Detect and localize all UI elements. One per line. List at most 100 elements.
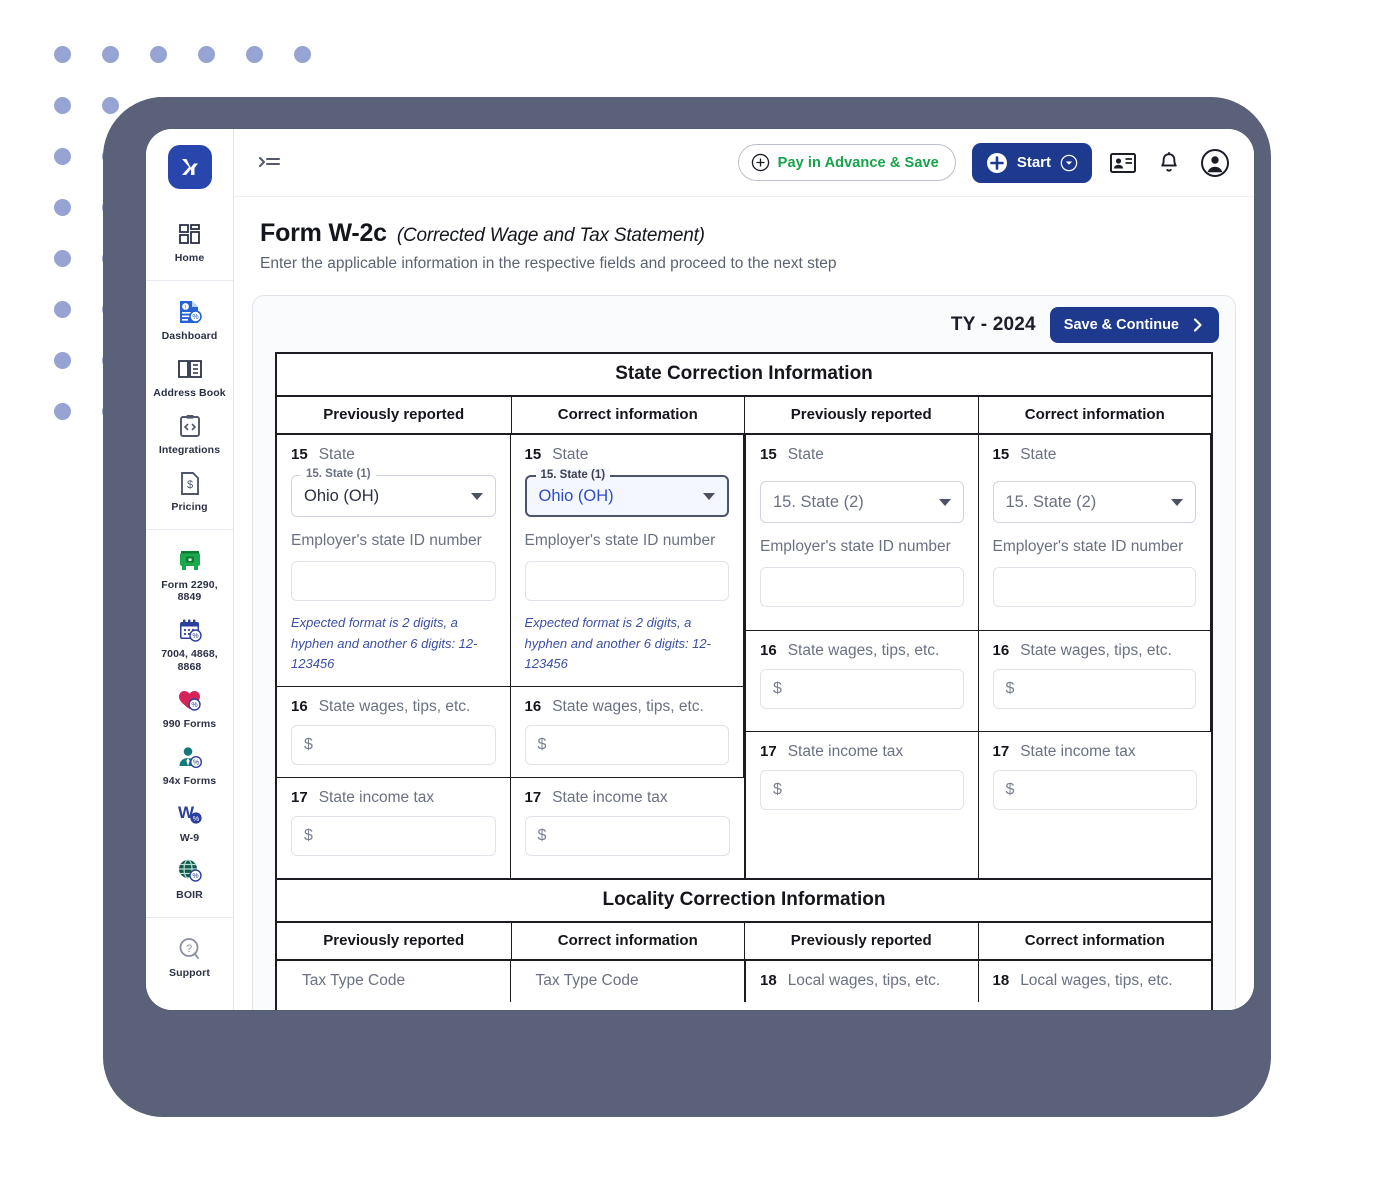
- tax-year-label: TY - 2024: [950, 314, 1036, 335]
- state-tax-cell-1: 17 State income tax $: [277, 776, 511, 878]
- top-bar-actions: Pay in Advance & Save Start: [737, 142, 1254, 183]
- employer-state-id-input-2[interactable]: [524, 561, 729, 602]
- sidebar-item-integrations[interactable]: Integrations: [146, 405, 233, 462]
- decorative-dot: [54, 148, 71, 165]
- locality-column-headers: Previously reported Correct information …: [277, 922, 1212, 961]
- box-number: 17: [291, 788, 308, 806]
- svg-text:%: %: [192, 759, 198, 766]
- bell-icon[interactable]: [1154, 148, 1184, 178]
- field-label: 17 State income tax: [291, 789, 496, 807]
- sidebar-item-990-forms[interactable]: % 990 Forms: [146, 679, 233, 736]
- plus-circle-icon: [751, 153, 769, 172]
- sidebar-item-7004-4868-8868[interactable]: % 7004, 4868, 8868: [146, 609, 233, 678]
- sidebar-item-94x-forms[interactable]: % 94x Forms: [146, 736, 233, 793]
- sidebar-item-label: BOIR: [176, 888, 203, 901]
- svg-text:$: $: [186, 479, 192, 491]
- field-label: 16 State wages, tips, etc.: [525, 698, 730, 716]
- box-label: Tax Type Code: [302, 971, 406, 989]
- state-tax-input-4[interactable]: $: [992, 769, 1197, 810]
- field-label: 17 State income tax: [760, 743, 964, 761]
- employer-state-id-label-2: Employer's state ID number: [524, 532, 716, 549]
- employer-state-id-input-4[interactable]: [992, 567, 1196, 608]
- start-button[interactable]: Start: [971, 142, 1092, 183]
- employer-state-id-input-1[interactable]: [291, 561, 496, 602]
- chevron-down-icon: [703, 492, 715, 500]
- app-logo[interactable]: [167, 145, 212, 189]
- state-tax-input-2[interactable]: $: [524, 815, 730, 856]
- sidebar-item-w-9[interactable]: W% W-9: [146, 793, 233, 850]
- pay-in-advance-button[interactable]: Pay in Advance & Save: [737, 144, 956, 181]
- locality-cell-2: Tax Type Code: [511, 961, 745, 1002]
- save-and-continue-button[interactable]: Save & Continue: [1049, 307, 1219, 343]
- box-label: State income tax: [318, 788, 435, 806]
- sidebar-item-support[interactable]: ? Support: [146, 928, 233, 985]
- grid-dashboard-icon: [176, 220, 204, 248]
- form-panel: TY - 2024 Save & Continue State Correcti…: [252, 295, 1236, 1010]
- person-tie-icon: %: [176, 743, 204, 771]
- sidebar-item-pricing[interactable]: $ Pricing: [146, 462, 233, 519]
- sidebar-item-label: W-9: [179, 831, 200, 844]
- select-value: Ohio (OH): [304, 486, 380, 505]
- state-cell-previously-reported-1: 15 State 15. State (1) Ohio (OH) Employe…: [277, 435, 511, 686]
- chevron-down-icon: [1171, 498, 1183, 506]
- box-label: State: [552, 446, 589, 463]
- sidebar-group: Home: [146, 203, 233, 280]
- state-wages-input-2[interactable]: $: [524, 724, 729, 765]
- state-column-headers: Previously reported Correct information …: [277, 397, 1211, 435]
- sidebar-item-dashboard[interactable]: !% Dashboard: [146, 291, 233, 348]
- locality-section-title: Locality Correction Information: [277, 877, 1211, 923]
- collapse-menu-icon[interactable]: [256, 149, 284, 177]
- sidebar-item-label: 94x Forms: [162, 774, 217, 787]
- field-label: Tax Type Code: [291, 972, 496, 990]
- decorative-dot: [102, 46, 119, 63]
- column-header: Previously reported: [323, 406, 465, 423]
- employer-state-id-input-3[interactable]: [760, 567, 964, 608]
- state-tax-input-3[interactable]: $: [760, 769, 964, 810]
- sidebar-item-address-book[interactable]: Address Book: [146, 348, 233, 405]
- field-label: 16 State wages, tips, etc.: [291, 698, 496, 716]
- sidebar-item-boir[interactable]: % BOIR: [146, 850, 233, 907]
- state-wages-input-4[interactable]: $: [992, 668, 1196, 709]
- locality-cell-3: 18 Local wages, tips, etc.: [746, 960, 979, 1002]
- column-header: Correct information: [977, 397, 1212, 433]
- column-header: Correct information: [977, 922, 1212, 959]
- sidebar-item-label: Support: [169, 966, 210, 979]
- decorative-dot: [54, 97, 71, 114]
- chevron-right-icon: [1193, 318, 1202, 332]
- code-clipboard-icon: [176, 412, 204, 440]
- chevron-down-icon: [470, 492, 483, 500]
- box-label: Tax Type Code: [535, 971, 639, 989]
- employer-state-id-label-1: Employer's state ID number: [291, 532, 482, 549]
- decorative-dot: [150, 46, 167, 63]
- save-continue-label: Save & Continue: [1063, 317, 1179, 333]
- state-tax-input-1[interactable]: $: [291, 815, 496, 856]
- account-circle-icon[interactable]: [1200, 148, 1230, 178]
- state-wages-input-1[interactable]: $: [291, 724, 496, 765]
- employer-state-id-hint-2: Expected format is 2 digits, a hyphen an…: [524, 615, 711, 671]
- box-label: Local wages, tips, etc.: [787, 971, 941, 989]
- state-select-4[interactable]: 15. State (2): [992, 481, 1196, 523]
- state-select-3[interactable]: 15. State (2): [760, 481, 964, 523]
- plus-circle-filled-icon: [986, 152, 1007, 173]
- state-tax-cell-4: 17 State income tax $: [978, 730, 1211, 878]
- page-title-line: Form W-2c (Corrected Wage and Tax Statem…: [260, 219, 1254, 248]
- sidebar-item-home[interactable]: Home: [146, 213, 233, 270]
- field-label: 16 State wages, tips, etc.: [993, 642, 1197, 660]
- field-label: 17 State income tax: [993, 743, 1198, 761]
- state-select-2[interactable]: 15. State (1) Ohio (OH): [524, 469, 729, 517]
- state-wages-input-3[interactable]: $: [760, 668, 964, 709]
- contact-card-icon[interactable]: [1108, 148, 1138, 178]
- column-header: Previously reported: [744, 922, 978, 959]
- column-header: Previously reported: [323, 931, 465, 949]
- state-select-1[interactable]: 15. State (1) Ohio (OH): [291, 468, 496, 517]
- box-number: 15: [760, 446, 777, 463]
- svg-text:%: %: [192, 873, 198, 880]
- box-label: State: [1020, 446, 1057, 463]
- w-letter-icon: W%: [176, 800, 204, 828]
- sidebar-item-label: 7004, 4868, 8868: [161, 648, 218, 673]
- box-number: 16: [760, 641, 777, 659]
- sidebar-group: Form 2290, 8849% 7004, 4868, 8868% 990 For…: [146, 529, 233, 917]
- column-header: Previously reported: [744, 397, 978, 433]
- sidebar-item-form-2290-8849[interactable]: Form 2290, 8849: [146, 540, 233, 609]
- employer-state-id-hint-1: Expected format is 2 digits, a hyphen an…: [291, 615, 478, 671]
